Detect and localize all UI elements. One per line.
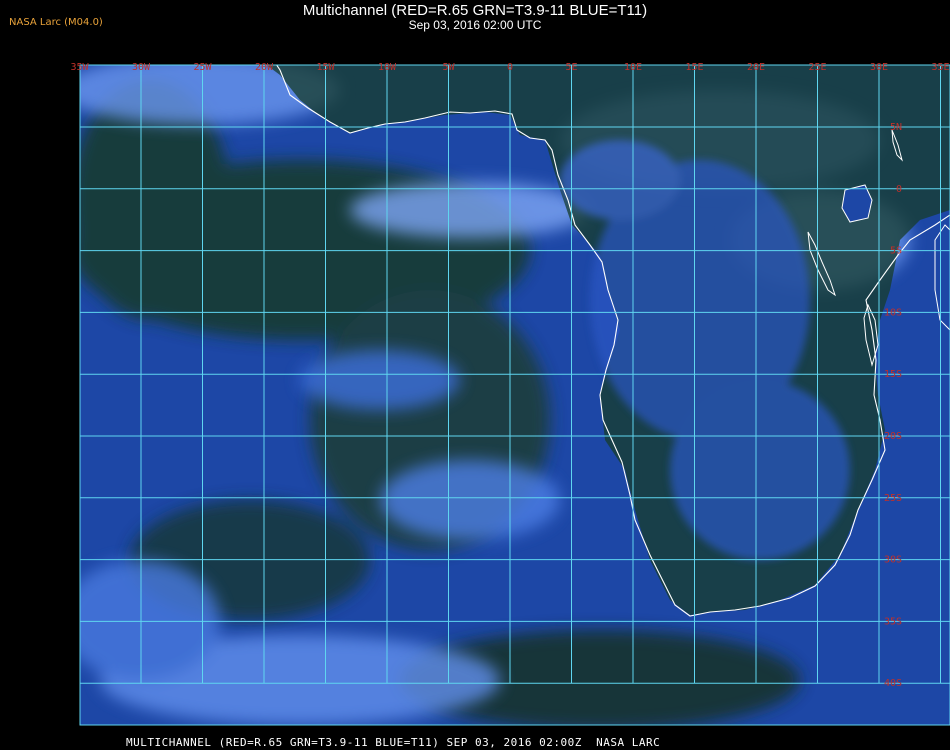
- longitude-label: 5E: [565, 62, 577, 73]
- latitude-label: 25S: [884, 493, 902, 504]
- longitude-label: 15W: [316, 62, 335, 73]
- latitude-label: 20S: [884, 431, 902, 442]
- latitude-label: 5S: [890, 246, 902, 257]
- longitude-label: 25E: [808, 62, 826, 73]
- longitude-labels: 35W 30W 25W 20W 15W 10W 5W 0 5E 10E 15E 20E 25E 30E 35…: [70, 62, 949, 73]
- latitude-label: 30S: [884, 555, 902, 566]
- satellite-map: 35W 30W 25W 20W 15W 10W 5W 0 5E 10E 15E 20E 25E 30E 35…: [70, 62, 950, 726]
- longitude-label: 35E: [931, 62, 949, 73]
- longitude-label: 20W: [255, 62, 274, 73]
- latitude-label: 10S: [884, 307, 902, 318]
- lake-victoria: [841, 184, 873, 223]
- latitude-label: 35S: [884, 616, 902, 627]
- longitude-label: 5W: [442, 62, 455, 73]
- longitude-label: 20E: [747, 62, 765, 73]
- latitude-label: 5N: [890, 122, 902, 133]
- longitude-label: 0: [507, 62, 513, 73]
- longitude-label: 15E: [685, 62, 703, 73]
- longitude-label: 10W: [378, 62, 397, 73]
- longitude-label: 35W: [70, 62, 89, 73]
- longitude-label: 25W: [193, 62, 212, 73]
- latitude-label: 15S: [884, 369, 902, 380]
- imagery-layer: [80, 65, 950, 725]
- longitude-label: 30E: [870, 62, 888, 73]
- longitude-label: 30W: [132, 62, 151, 73]
- footer-caption: MULTICHANNEL (RED=R.65 GRN=T3.9-11 BLUE=…: [126, 736, 661, 749]
- latitude-label: 40S: [884, 678, 902, 689]
- longitude-label: 10E: [624, 62, 642, 73]
- latitude-label: 0: [896, 184, 902, 195]
